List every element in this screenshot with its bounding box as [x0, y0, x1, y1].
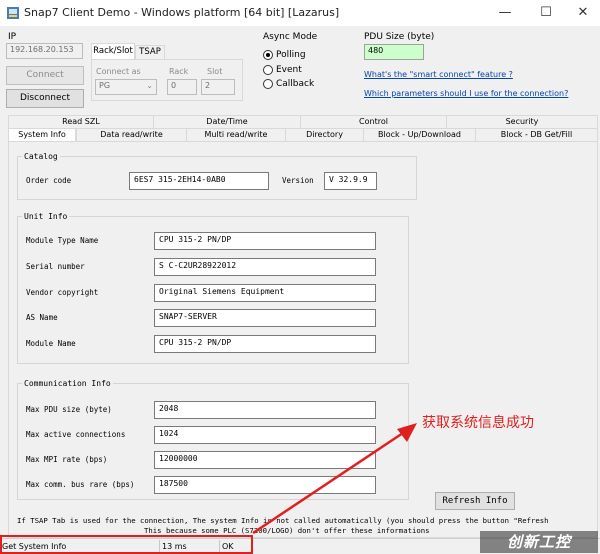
radio-callback-label: Callback — [276, 79, 315, 89]
pdu-size-label: PDU Size (byte) — [364, 32, 435, 42]
smart-connect-link[interactable]: What's the "smart connect" feature ? — [364, 70, 513, 79]
vendor-copyright-label: Vendor copyright — [26, 288, 99, 297]
radio-polling-label: Polling — [276, 50, 306, 60]
ip-label: IP — [8, 32, 17, 42]
tab-control[interactable]: Control — [300, 115, 446, 128]
connect-as-value: PG — [99, 81, 111, 90]
slot-label: Slot — [207, 67, 223, 76]
annotation-arrow-icon — [252, 423, 417, 535]
order-code-field[interactable]: 6ES7 315-2EH14-0AB0 — [129, 172, 269, 190]
radio-event[interactable] — [263, 65, 273, 75]
slot-input[interactable]: 2 — [201, 79, 235, 95]
minimize-button[interactable]: — — [491, 3, 519, 23]
tab-tsap[interactable]: TSAP — [135, 45, 165, 59]
connect-as-label: Connect as — [96, 67, 141, 76]
tab-date-time[interactable]: Date/Time — [153, 115, 300, 128]
as-name-label: AS Name — [26, 313, 58, 322]
tab-read-szl[interactable]: Read SZL — [8, 115, 153, 128]
tab-directory[interactable]: Directory — [285, 128, 363, 141]
tab-data-read-write[interactable]: Data read/write — [76, 128, 186, 141]
window-title: Snap7 Client Demo - Windows platform [64… — [24, 6, 340, 19]
connect-button[interactable]: Connect — [6, 66, 84, 85]
rack-input[interactable]: 0 — [167, 79, 197, 95]
title-bar: Snap7 Client Demo - Windows platform [64… — [0, 0, 600, 26]
catalog-title: Catalog — [22, 152, 60, 161]
tab-rack-slot[interactable]: Rack/Slot — [91, 43, 135, 59]
max-mpi-rate-label: Max MPI rate (bps) — [26, 455, 108, 464]
max-comm-bus-rate-label: Max comm. bus rare (bps) — [26, 480, 135, 489]
module-name-field[interactable]: CPU 315-2 PN/DP — [154, 335, 376, 353]
as-name-field[interactable]: SNAP7-SERVER — [154, 309, 376, 327]
unit-info-title: Unit Info — [22, 212, 70, 221]
watermark-logo: 创新工控 — [480, 531, 598, 553]
version-label: Version — [282, 176, 314, 185]
maximize-button[interactable]: ☐ — [532, 3, 560, 23]
module-name-label: Module Name — [26, 339, 76, 348]
status-highlight-box — [0, 535, 253, 554]
serial-number-label: Serial number — [26, 262, 85, 271]
annotation-text: 获取系统信息成功 — [422, 415, 534, 431]
tab-block-up-download[interactable]: Block - Up/Download — [363, 128, 475, 141]
tab-security[interactable]: Security — [446, 115, 598, 128]
rack-label: Rack — [169, 67, 189, 76]
pdu-size-value: 480 — [364, 44, 424, 60]
order-code-label: Order code — [26, 176, 72, 185]
tab-block-db-get-fill[interactable]: Block - DB Get/Fill — [475, 128, 598, 141]
radio-event-label: Event — [276, 65, 302, 75]
module-type-name-label: Module Type Name — [26, 236, 99, 245]
async-mode-label: Async Mode — [263, 32, 318, 42]
radio-callback[interactable] — [263, 79, 273, 89]
refresh-info-button[interactable]: Refresh Info — [435, 492, 515, 510]
chevron-down-icon: ⌄ — [146, 81, 153, 90]
radio-polling[interactable] — [263, 50, 273, 60]
module-type-name-field[interactable]: CPU 315-2 PN/DP — [154, 232, 376, 250]
vendor-copyright-field[interactable]: Original Siemens Equipment — [154, 284, 376, 302]
close-button[interactable]: ✕ — [569, 3, 597, 23]
connect-as-select[interactable]: PG ⌄ — [95, 79, 157, 95]
max-pdu-size-label: Max PDU size (byte) — [26, 405, 112, 414]
tab-system-info[interactable]: System Info — [8, 128, 76, 142]
serial-number-field[interactable]: S C-C2UR28922012 — [154, 258, 376, 276]
disconnect-button[interactable]: Disconnect — [6, 89, 84, 108]
app-icon — [7, 7, 19, 19]
connection-params-link[interactable]: Which parameters should I use for the co… — [364, 89, 568, 98]
ip-input[interactable]: 192.168.20.153 — [6, 43, 83, 59]
version-field[interactable]: V 32.9.9 — [324, 172, 377, 190]
communication-info-title: Communication Info — [22, 379, 113, 388]
tab-multi-read-write[interactable]: Multi read/write — [186, 128, 285, 141]
max-active-connections-label: Max active connections — [26, 430, 126, 439]
